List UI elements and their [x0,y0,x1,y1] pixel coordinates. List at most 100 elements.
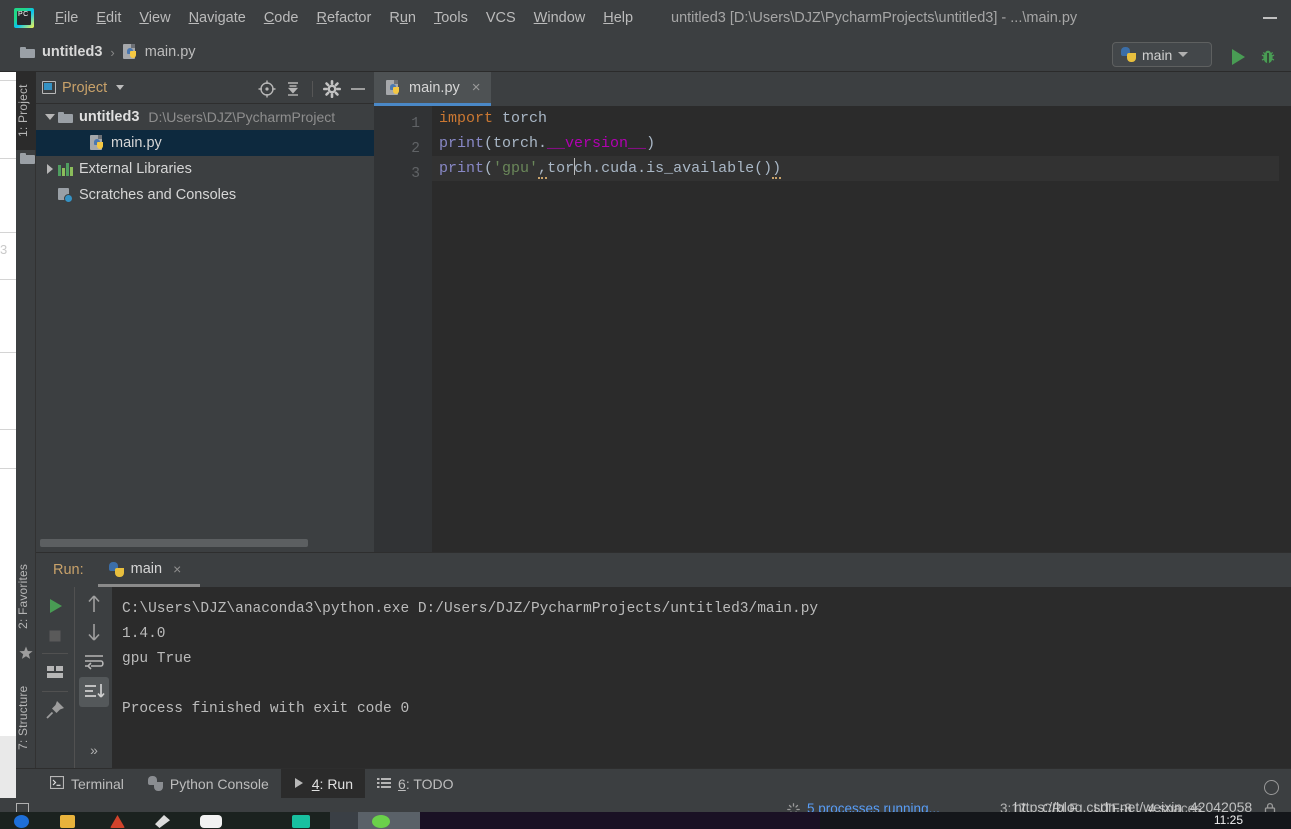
run-tab-name: main [130,561,163,577]
menu-item-navigate[interactable]: Navigate [180,7,255,29]
run-toolbar-left [36,587,74,768]
line-number-2: 2 [411,141,420,157]
scrollbar-thumb[interactable] [40,539,308,547]
hide-icon[interactable] [346,78,370,100]
soft-wrap-icon[interactable] [79,647,109,677]
python-file-icon [90,135,105,151]
taskbar-icon-app7[interactable] [372,815,390,828]
tree-item-external-libraries[interactable]: External Libraries [36,156,374,182]
debug-button[interactable] [1259,48,1277,65]
editor-tab-main-py[interactable]: main.py × [374,72,491,106]
editor-tab-strip: main.py × [374,72,1291,106]
scratches-icon [58,187,73,203]
expander-icon[interactable] [42,164,58,174]
notification-circle-icon[interactable] [1264,780,1279,795]
close-icon[interactable]: × [472,79,481,96]
run-console-output[interactable]: C:\Users\DJZ\anaconda3\python.exe D:/Use… [112,587,1291,768]
tab-todo-label: 6: TODO [398,775,454,792]
run-button[interactable] [1232,49,1245,65]
python-icon [147,776,163,791]
left-tool-strip: 1: Project 2: Favorites 7: Structure [16,72,36,784]
menu-bar: File Edit View Navigate Code Refactor Ru… [46,7,642,29]
code-line-3: print('gpu',torch.cuda.is_available()) [432,156,1291,181]
folder-icon [20,46,35,58]
menu-item-refactor[interactable]: Refactor [308,7,381,29]
menu-item-code[interactable]: Code [255,7,308,29]
run-window-label: Run: [53,562,84,578]
close-icon[interactable]: × [173,561,181,577]
taskbar-clock[interactable]: 11:25 [1214,813,1243,827]
libraries-icon [58,162,73,176]
rerun-icon[interactable] [40,591,70,621]
menu-item-run[interactable]: Run [380,7,425,29]
menu-item-edit[interactable]: Edit [87,7,130,29]
tab-terminal[interactable]: Terminal [38,769,136,799]
taskbar-icon-app5[interactable] [200,815,222,828]
chevron-down-icon[interactable] [116,85,125,90]
project-window-icon [42,81,56,94]
tree-label-main-py: main.py [111,135,162,151]
tab-python-console[interactable]: Python Console [136,769,281,799]
minimize-button[interactable] [1263,17,1277,19]
folder-icon [58,111,73,123]
project-folder-icon [20,152,33,164]
collapse-all-icon[interactable] [281,78,305,100]
sidebar-tab-project[interactable]: 1: Project [16,72,36,150]
expander-icon[interactable] [42,114,58,120]
star-icon [19,646,33,659]
stop-icon[interactable] [40,621,70,651]
project-tool-window: Project untitled3 D:\Users\DJZ\PycharmPr… [36,72,374,552]
down-arrow-icon[interactable] [79,617,109,647]
breadcrumb-separator: › [110,44,115,60]
code-editor[interactable]: 1 2 3 import torch print(torch.__version… [374,106,1291,552]
pycharm-logo-icon: PC [14,8,34,28]
python-icon [1121,47,1136,62]
menu-item-view[interactable]: View [130,7,179,29]
menu-item-vcs[interactable]: VCS [477,7,525,29]
tree-label-untitled3: untitled3 [79,109,140,125]
toolbar-divider [312,81,313,97]
scroll-to-end-icon[interactable] [79,677,109,707]
run-configuration-selector[interactable]: main [1112,42,1212,67]
taskbar-icon-browser[interactable] [14,815,29,828]
breadcrumb-label-file: main.py [144,44,196,60]
python-file-icon [122,44,138,60]
python-file-icon [386,79,401,96]
locate-icon[interactable] [255,78,279,100]
taskbar-icon-app6[interactable] [292,815,310,828]
run-icon [293,776,305,792]
menu-item-help[interactable]: Help [594,7,642,29]
project-panel-title: Project [62,79,108,96]
breadcrumb-item-file[interactable]: main.py [119,44,200,60]
tree-item-project-root[interactable]: untitled3 D:\Users\DJZ\PycharmProject [36,104,374,130]
console-icon[interactable] [40,657,70,687]
editor-area: main.py × 1 2 3 import torch print(torch… [374,72,1291,552]
tab-run-label: 4: Run [311,775,354,792]
run-configuration-name: main [1142,46,1173,63]
sidebar-tab-structure[interactable]: 7: Structure [16,670,36,766]
chevron-down-icon [1178,52,1189,57]
editor-scrollbar[interactable] [1279,106,1291,552]
taskbar-icon-explorer[interactable] [60,815,75,828]
more-icon[interactable]: » [79,735,109,765]
menu-item-tools[interactable]: Tools [425,7,477,29]
tab-todo[interactable]: 6: TODO [365,769,466,799]
tree-item-scratches[interactable]: Scratches and Consoles [36,182,374,208]
menu-item-window[interactable]: Window [525,7,595,29]
bottom-tool-tabs: Terminal Python Console 4: Run 6: TODO [16,768,1291,799]
menu-item-file[interactable]: File [46,7,87,29]
settings-gear-icon[interactable] [320,78,344,100]
pin-icon[interactable] [40,695,70,725]
up-arrow-icon[interactable] [79,589,109,619]
run-tab-main[interactable]: main × [108,561,181,579]
breadcrumb-item-project[interactable]: untitled3 [16,44,106,60]
sidebar-tab-favorites[interactable]: 2: Favorites [16,548,36,644]
console-line-3: gpu True [122,651,192,667]
tab-run[interactable]: 4: Run [280,768,366,799]
python-icon [108,561,124,577]
run-window-header: Run: main × [36,553,1291,587]
tree-sublabel-path: D:\Users\DJZ\PycharmProject [148,109,336,125]
code-content[interactable]: import torch print(torch.__version__) pr… [432,106,1291,552]
project-horizontal-scrollbar[interactable] [36,538,374,548]
tree-item-main-py[interactable]: main.py [36,130,374,156]
